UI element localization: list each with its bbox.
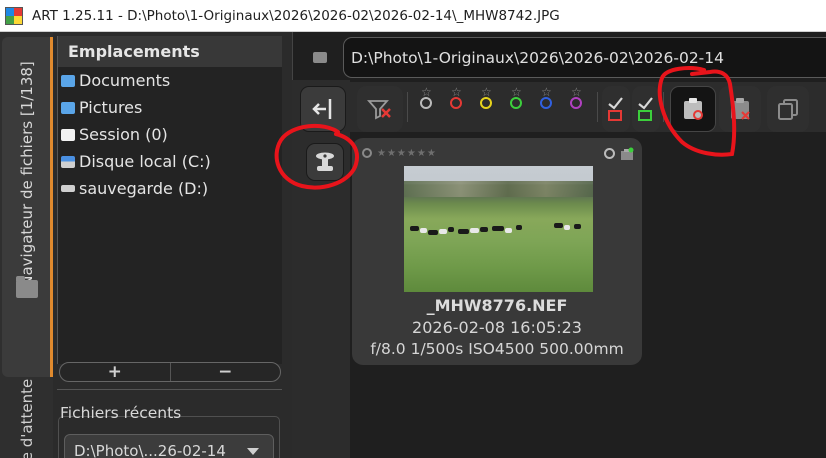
- color-label-icon: [570, 97, 582, 109]
- toolbar-separator: [407, 92, 408, 122]
- filter-color-yellow[interactable]: ☆: [477, 86, 499, 118]
- filter-unrated[interactable]: ☆: [417, 86, 439, 118]
- filter-color-blue[interactable]: ☆: [537, 86, 559, 118]
- thumbnail-image[interactable]: [404, 166, 593, 292]
- edited-status-icon: [621, 147, 634, 160]
- filter-color-red[interactable]: ☆: [447, 86, 469, 118]
- remove-place-button[interactable]: −: [169, 363, 281, 381]
- clear-filter-button[interactable]: [357, 86, 403, 132]
- filter-color-purple[interactable]: ☆: [567, 86, 589, 118]
- panel-divider[interactable]: [57, 389, 282, 390]
- thumbnail-exif: f/8.0 1/500s ISO4500 500.00mm: [370, 340, 624, 358]
- funnel-clear-icon: [367, 100, 391, 120]
- copy-button[interactable]: [767, 86, 809, 132]
- color-label-icon: [480, 97, 492, 109]
- tab-file-browser-label: Navigateur de fichiers [1/138]: [18, 61, 36, 287]
- edited-icon: [608, 97, 623, 121]
- chevron-down-icon: [247, 448, 259, 455]
- thumbnail-filename: _MHW8776.NEF: [426, 296, 568, 315]
- tab-queue-label[interactable]: e d'attente: [18, 379, 36, 458]
- recent-files-value: D:\Photo\...26-02-14: [74, 442, 226, 458]
- color-label-icon: [420, 97, 432, 109]
- copy-icon: [778, 99, 798, 120]
- session-icon: [61, 128, 75, 141]
- color-label-icon[interactable]: [604, 148, 615, 159]
- filter-color-green[interactable]: ☆: [507, 86, 529, 118]
- place-item-local-disk[interactable]: Disque local (C:): [58, 148, 282, 175]
- app-logo-icon: [5, 6, 23, 25]
- place-item-documents[interactable]: Documents: [58, 67, 282, 94]
- places-panel: Emplacements Documents Pictures Session …: [57, 36, 282, 364]
- filter-edited-button[interactable]: [602, 86, 630, 132]
- window-title: ART 1.25.11 - D:\Photo\1-Originaux\2026\…: [32, 7, 560, 24]
- place-item-label: Disque local (C:): [79, 152, 211, 171]
- gear-icon[interactable]: [362, 148, 372, 158]
- collapse-left-icon: [312, 99, 332, 119]
- place-item-pictures[interactable]: Pictures: [58, 94, 282, 121]
- drive-icon: [61, 155, 75, 168]
- place-item-session[interactable]: Session (0): [58, 121, 282, 148]
- folder-icon: [16, 276, 38, 298]
- places-add-remove: + −: [59, 362, 281, 382]
- places-header: Emplacements: [58, 36, 282, 67]
- folder-icon: [61, 101, 75, 114]
- place-item-label: Documents: [79, 71, 171, 90]
- color-label-icon: [540, 97, 552, 109]
- place-item-backup-drive[interactable]: sauvegarde (D:): [58, 175, 282, 202]
- recent-files-select[interactable]: D:\Photo\...26-02-14: [64, 434, 274, 458]
- place-item-label: sauvegarde (D:): [79, 179, 209, 198]
- annotation-circle-tools: [274, 123, 359, 190]
- place-item-label: Pictures: [79, 98, 143, 117]
- external-drive-icon: [61, 185, 75, 192]
- annotation-circle-queue: [657, 66, 737, 157]
- folder-icon[interactable]: [313, 52, 327, 63]
- thumbnail-rating-stars[interactable]: ★★★★★★: [377, 148, 437, 159]
- folder-icon: [61, 74, 75, 87]
- title-bar: ART 1.25.11 - D:\Photo\1-Originaux\2026\…: [0, 0, 826, 32]
- path-input[interactable]: D:\Photo\1-Originaux\2026\2026-02\2026-0…: [343, 37, 826, 78]
- color-label-icon: [510, 97, 522, 109]
- add-place-button[interactable]: +: [60, 363, 170, 381]
- place-item-label: Session (0): [79, 125, 168, 144]
- toolbar-separator: [597, 92, 598, 122]
- thumbnail-datetime: 2026-02-08 16:05:23: [412, 318, 582, 337]
- color-label-icon: [450, 97, 462, 109]
- recent-files-label: Fichiers récents: [60, 404, 182, 422]
